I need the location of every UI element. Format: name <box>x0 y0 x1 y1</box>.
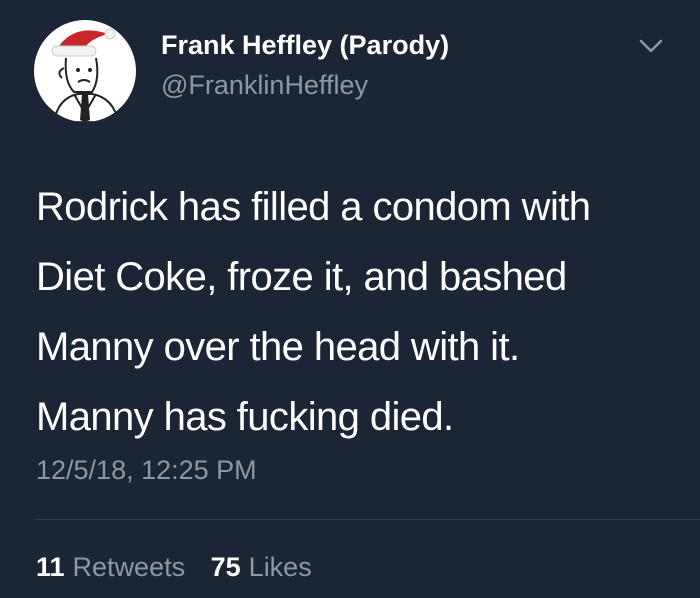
likes-count: 75 <box>210 552 241 582</box>
chevron-down-icon[interactable] <box>638 36 664 56</box>
tweet-text-line: Manny has fucking died. <box>36 395 454 439</box>
tweet-text-line: Rodrick has filled a condom with <box>36 185 591 229</box>
retweets-stat[interactable]: 11 Retweets <box>36 552 185 583</box>
tweet-text: Rodrick has filled a condom with Diet Co… <box>36 172 686 452</box>
divider <box>34 519 700 520</box>
author-handle[interactable]: @FranklinHeffley <box>161 70 368 101</box>
retweets-label: Retweets <box>72 552 186 582</box>
author-avatar[interactable] <box>34 20 136 122</box>
likes-stat[interactable]: 75 Likes <box>211 552 312 583</box>
likes-label: Likes <box>248 552 312 582</box>
tweet-card: Frank Heffley (Parody) @FranklinHeffley … <box>0 0 700 598</box>
tweet-stats: 11 Retweets 75 Likes <box>36 552 330 583</box>
tweet-timestamp[interactable]: 12/5/18, 12:25 PM <box>36 455 257 486</box>
tweet-text-line: Diet Coke, froze it, and bashed <box>36 255 567 299</box>
cartoon-man-santa-hat-avatar-icon <box>51 28 120 122</box>
author-display-name[interactable]: Frank Heffley (Parody) <box>161 30 449 61</box>
tweet-text-line: Manny over the head with it. <box>36 325 520 369</box>
retweets-count: 11 <box>36 552 65 582</box>
